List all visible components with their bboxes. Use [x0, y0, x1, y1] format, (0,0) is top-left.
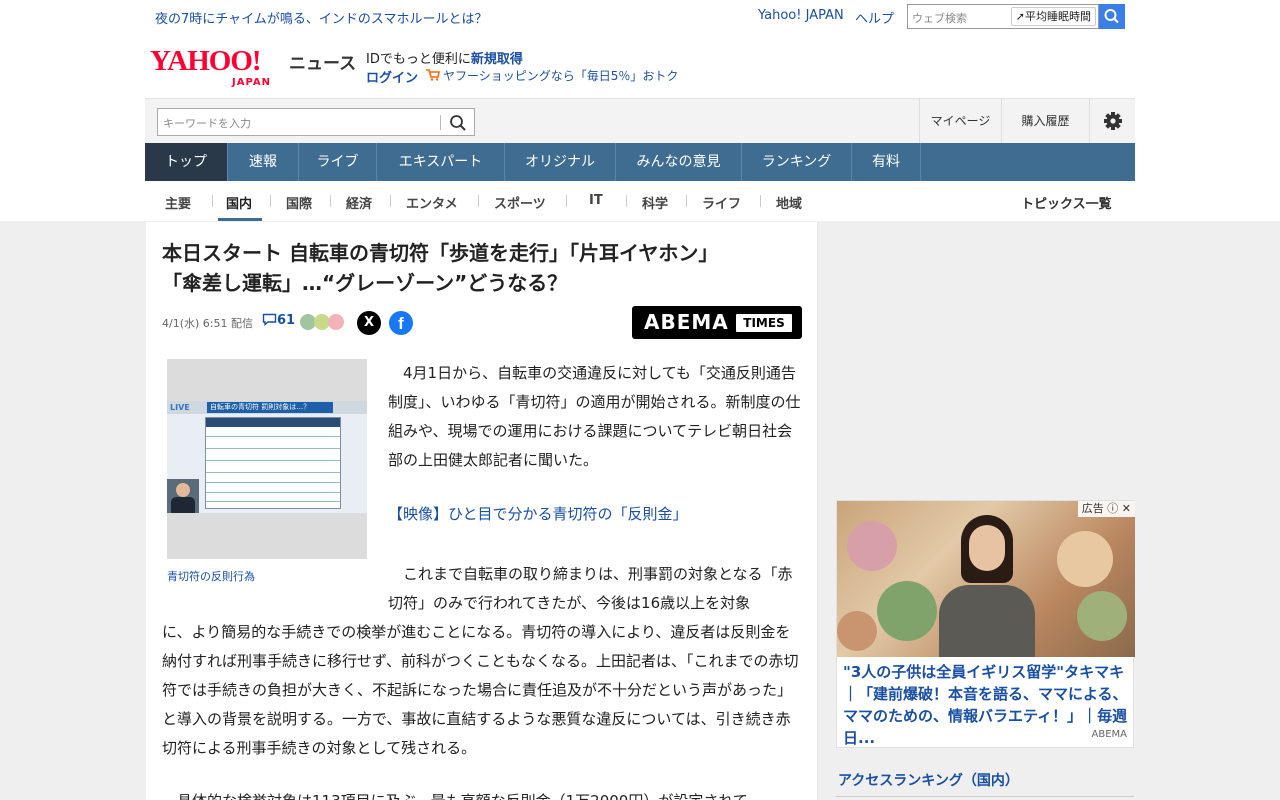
web-search-placeholder: ウェブ検索: [912, 12, 967, 25]
close-icon[interactable]: ✕: [1122, 502, 1131, 515]
help-link[interactable]: ヘルプ: [855, 8, 894, 27]
divider: [330, 195, 331, 207]
comment-count-link[interactable]: 61: [262, 313, 295, 328]
divider: [212, 195, 213, 207]
tab-expert[interactable]: エキスパート: [377, 143, 505, 181]
screen-title: 自転車の青切符 罰則対象は…？: [207, 402, 333, 413]
tab-top[interactable]: トップ: [145, 143, 228, 181]
category-world[interactable]: 国際: [286, 193, 312, 212]
tab-live[interactable]: ライブ: [299, 143, 377, 181]
divider: [836, 796, 1134, 797]
divider: [440, 115, 441, 130]
news-section-label[interactable]: ニュース: [289, 49, 356, 74]
mypage-link[interactable]: マイページ: [919, 99, 1001, 144]
top-headline-link[interactable]: 夜の7時にチャイムが鳴る、インドのスマホルールとは？: [155, 8, 488, 27]
broadcast-screen: LIVE 自転車の青切符 罰則対象は…？: [167, 401, 367, 513]
access-ranking-title[interactable]: アクセスランキング（国内）: [838, 770, 1019, 790]
divider: [390, 195, 391, 207]
article-paragraph: 具体的な検挙対象は113項目に及ぶ。最も高額な反則金（1万2000円）が設定され…: [162, 787, 802, 800]
reaction-face-icon: [328, 314, 344, 330]
article-paragraph: これまで自転車の取り締まりは、刑事罰の対象となる「赤切符」のみで行われてきたが、…: [388, 565, 793, 612]
news-search-bar: キーワードを入力 マイページ 購入履歴: [145, 98, 1135, 144]
keyword-placeholder: キーワードを入力: [163, 117, 251, 130]
id-promo: IDでもっと便利に新規取得: [366, 52, 523, 67]
article-photo[interactable]: LIVE 自転車の青切符 罰則対象は…？: [167, 359, 367, 559]
search-icon: [1104, 9, 1119, 24]
ad-person: [935, 515, 1039, 657]
publish-date: 4/1(水) 6:51 配信: [162, 317, 253, 330]
category-nav: 主要 国内 国際 経済 エンタメ スポーツ IT 科学 ライフ 地域 トピックス…: [145, 181, 1135, 221]
article-paragraph: に、より簡易的な手続きでの検挙が進むことになる。青切符の導入により、違反者は反則…: [162, 623, 799, 757]
yahoo-japan-logo[interactable]: YAHOO! JAPAN: [150, 46, 290, 88]
live-label: LIVE: [170, 403, 190, 412]
reaction-faces[interactable]: [300, 314, 346, 332]
penalty-table-graphic: [205, 417, 341, 509]
category-entertainment[interactable]: エンタメ: [406, 193, 458, 212]
top-utility-bar: 夜の7時にチャイムが鳴る、インドのスマホルールとは？ Yahoo! JAPAN …: [0, 0, 1280, 32]
divider: [686, 195, 687, 207]
article-paragraph: 4月1日から、自転車の交通違反に対しても「交通反則通告制度」、いわゆる「青切符」…: [388, 364, 801, 469]
search-icon[interactable]: [448, 113, 468, 133]
category-main[interactable]: 主要: [165, 193, 191, 212]
category-science[interactable]: 科学: [642, 193, 668, 212]
info-icon: ⓘ: [1107, 502, 1119, 515]
ad-image: 広告 ⓘ ✕: [837, 501, 1135, 657]
share-x-button[interactable]: X: [357, 311, 381, 335]
category-sports[interactable]: スポーツ: [494, 193, 546, 212]
category-domestic[interactable]: 国内: [226, 193, 252, 212]
divider: [760, 195, 761, 207]
tab-paid[interactable]: 有料: [852, 143, 921, 181]
tab-opinions[interactable]: みんなの意見: [616, 143, 742, 181]
purchase-history-link[interactable]: 購入履歴: [1001, 99, 1089, 144]
photo-caption[interactable]: 青切符の反則行為: [167, 568, 255, 584]
search-suggestion-chip[interactable]: ➚平均睡眠時間: [1010, 7, 1096, 26]
video-link[interactable]: 【映像】ひと目で分かる青切符の「反則金」: [388, 503, 688, 524]
main-nav: トップ 速報 ライブ エキスパート オリジナル みんなの意見 ランキング 有料: [145, 143, 1135, 181]
ad-text[interactable]: "3人の子供は全員イギリス留学"タキマキ｜「建前爆破！本音を語る、ママによる、マ…: [843, 661, 1131, 749]
gear-icon: [1104, 112, 1122, 130]
web-search-button[interactable]: [1099, 4, 1125, 29]
anchor-thumbnail: [167, 479, 199, 513]
yahoo-japan-link[interactable]: Yahoo! JAPAN: [758, 8, 844, 23]
tab-breaking[interactable]: 速報: [228, 143, 299, 181]
header: YAHOO! JAPAN ニュース IDでもっと便利に新規取得 ログイン ヤフー…: [145, 32, 1135, 98]
shopping-promo-link[interactable]: ヤフーショッピングなら「毎日5％」おトク: [426, 67, 678, 84]
tab-ranking[interactable]: ランキング: [742, 143, 852, 181]
signup-link[interactable]: 新規取得: [471, 52, 523, 67]
web-search-input[interactable]: ウェブ検索 ➚平均睡眠時間: [907, 4, 1099, 29]
share-facebook-button[interactable]: f: [389, 311, 413, 335]
divider: [566, 195, 567, 207]
sidebar-ad[interactable]: 広告 ⓘ ✕ "3人の子供は全員イギリス留学"タキマキ｜「建前爆破！本音を語る、…: [836, 500, 1135, 749]
article: 本日スタート 自転車の青切符「歩道を走行」「片耳イヤホン」 「傘差し運転」…“グレ…: [146, 222, 818, 800]
category-life[interactable]: ライフ: [702, 193, 741, 212]
divider: [626, 195, 627, 207]
ad-source: ABEMA: [1091, 729, 1128, 740]
divider: [270, 195, 271, 207]
topics-list-link[interactable]: トピックス一覧: [1021, 193, 1112, 212]
settings-button[interactable]: [1089, 99, 1135, 144]
trend-arrow-icon: ➚: [1015, 10, 1025, 23]
category-it[interactable]: IT: [589, 193, 603, 208]
login-link[interactable]: ログイン: [366, 67, 418, 86]
ad-label[interactable]: 広告 ⓘ ✕: [1077, 501, 1135, 517]
comment-icon: [262, 313, 277, 326]
category-economy[interactable]: 経済: [346, 193, 372, 212]
cart-icon: [426, 69, 440, 81]
article-title: 本日スタート 自転車の青切符「歩道を走行」「片耳イヤホン」 「傘差し運転」…“グレ…: [162, 241, 719, 295]
divider: [478, 195, 479, 207]
keyword-search-input[interactable]: キーワードを入力: [157, 108, 475, 136]
tab-original[interactable]: オリジナル: [505, 143, 616, 181]
category-region[interactable]: 地域: [776, 193, 802, 212]
source-logo[interactable]: ABEMA TIMES: [632, 306, 802, 339]
